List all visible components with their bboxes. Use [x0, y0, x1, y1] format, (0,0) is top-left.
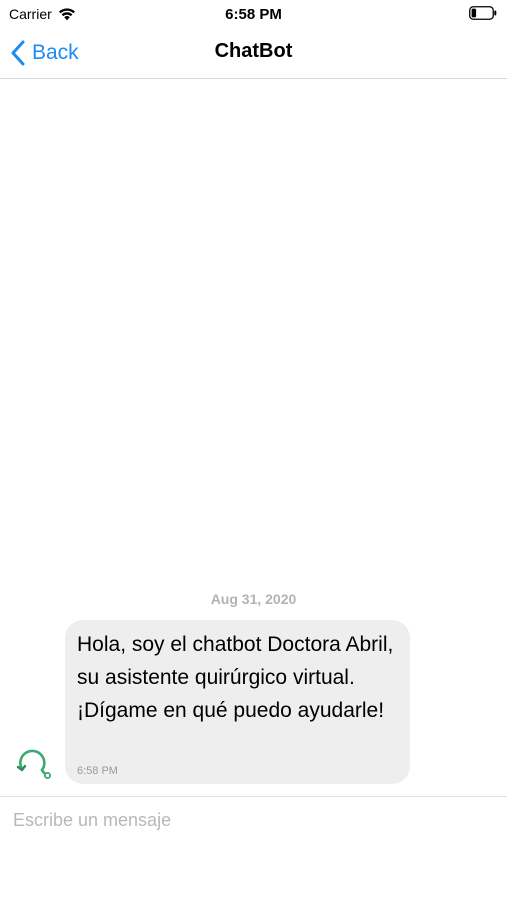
battery-low-icon — [469, 6, 497, 20]
message-timestamp: 6:58 PM — [77, 765, 118, 777]
status-bar: Carrier 6:58 PM — [0, 0, 507, 28]
chat-messages-area[interactable]: Aug 31, 2020 Hola, soy el chatbot Doctor… — [0, 79, 507, 796]
bot-avatar-icon — [16, 749, 51, 779]
message-input[interactable] — [13, 807, 493, 833]
status-time: 6:58 PM — [225, 6, 282, 23]
navigation-bar: Back ChatBot — [0, 28, 507, 79]
page-title: ChatBot — [214, 40, 293, 62]
message-text: Hola, soy el chatbot Doctora Abril, su a… — [77, 633, 394, 722]
date-separator: Aug 31, 2020 — [210, 591, 297, 607]
incoming-message-bubble[interactable]: Hola, soy el chatbot Doctora Abril, su a… — [65, 620, 410, 784]
message-composer — [0, 796, 507, 901]
